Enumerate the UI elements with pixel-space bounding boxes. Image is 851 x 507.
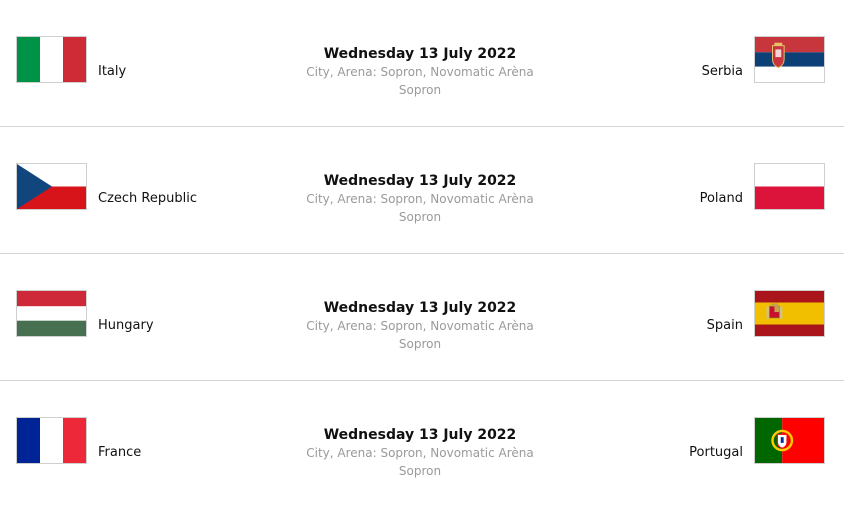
match-venue: City, Arena: Sopron, Novomatic Arèna Sop… — [306, 319, 534, 351]
away-team-name: Portugal — [689, 445, 743, 460]
match-row[interactable]: Italy Wednesday 13 July 2022 City, Arena… — [0, 0, 844, 127]
match-info: Wednesday 13 July 2022 City, Arena: Sopr… — [300, 299, 540, 353]
away-team-name: Spain — [706, 318, 743, 333]
match-venue: City, Arena: Sopron, Novomatic Arèna Sop… — [306, 192, 534, 224]
away-team-name: Serbia — [701, 64, 743, 79]
portugal-flag-icon — [754, 417, 825, 464]
match-date: Wednesday 13 July 2022 — [323, 427, 517, 443]
match-info: Wednesday 13 July 2022 City, Arena: Sopr… — [300, 426, 540, 480]
match-venue: City, Arena: Sopron, Novomatic Arèna Sop… — [306, 65, 534, 97]
home-team-name: Czech Republic — [98, 191, 197, 206]
match-date: Wednesday 13 July 2022 — [323, 173, 517, 189]
away-team-name: Poland — [699, 191, 743, 206]
france-flag-icon — [16, 417, 87, 464]
match-date: Wednesday 13 July 2022 — [323, 46, 517, 62]
home-team-name: Hungary — [98, 318, 154, 333]
match-list: Italy Wednesday 13 July 2022 City, Arena… — [0, 0, 844, 492]
poland-flag-icon — [754, 163, 825, 210]
spain-flag-icon — [754, 290, 825, 337]
home-team-name: France — [98, 445, 142, 460]
czech-republic-flag-icon — [16, 163, 87, 210]
match-date: Wednesday 13 July 2022 — [323, 300, 517, 316]
match-info: Wednesday 13 July 2022 City, Arena: Sopr… — [300, 45, 540, 99]
match-row[interactable]: France Wednesday 13 July 2022 City, Aren… — [0, 381, 844, 507]
match-row[interactable]: Hungary Wednesday 13 July 2022 City, Are… — [0, 254, 844, 381]
italy-flag-icon — [16, 36, 87, 83]
match-venue: City, Arena: Sopron, Novomatic Arèna Sop… — [306, 446, 534, 478]
match-row[interactable]: Czech Republic Wednesday 13 July 2022 Ci… — [0, 127, 844, 254]
hungary-flag-icon — [16, 290, 87, 337]
serbia-flag-icon — [754, 36, 825, 83]
home-team-name: Italy — [98, 64, 127, 79]
match-info: Wednesday 13 July 2022 City, Arena: Sopr… — [300, 172, 540, 226]
